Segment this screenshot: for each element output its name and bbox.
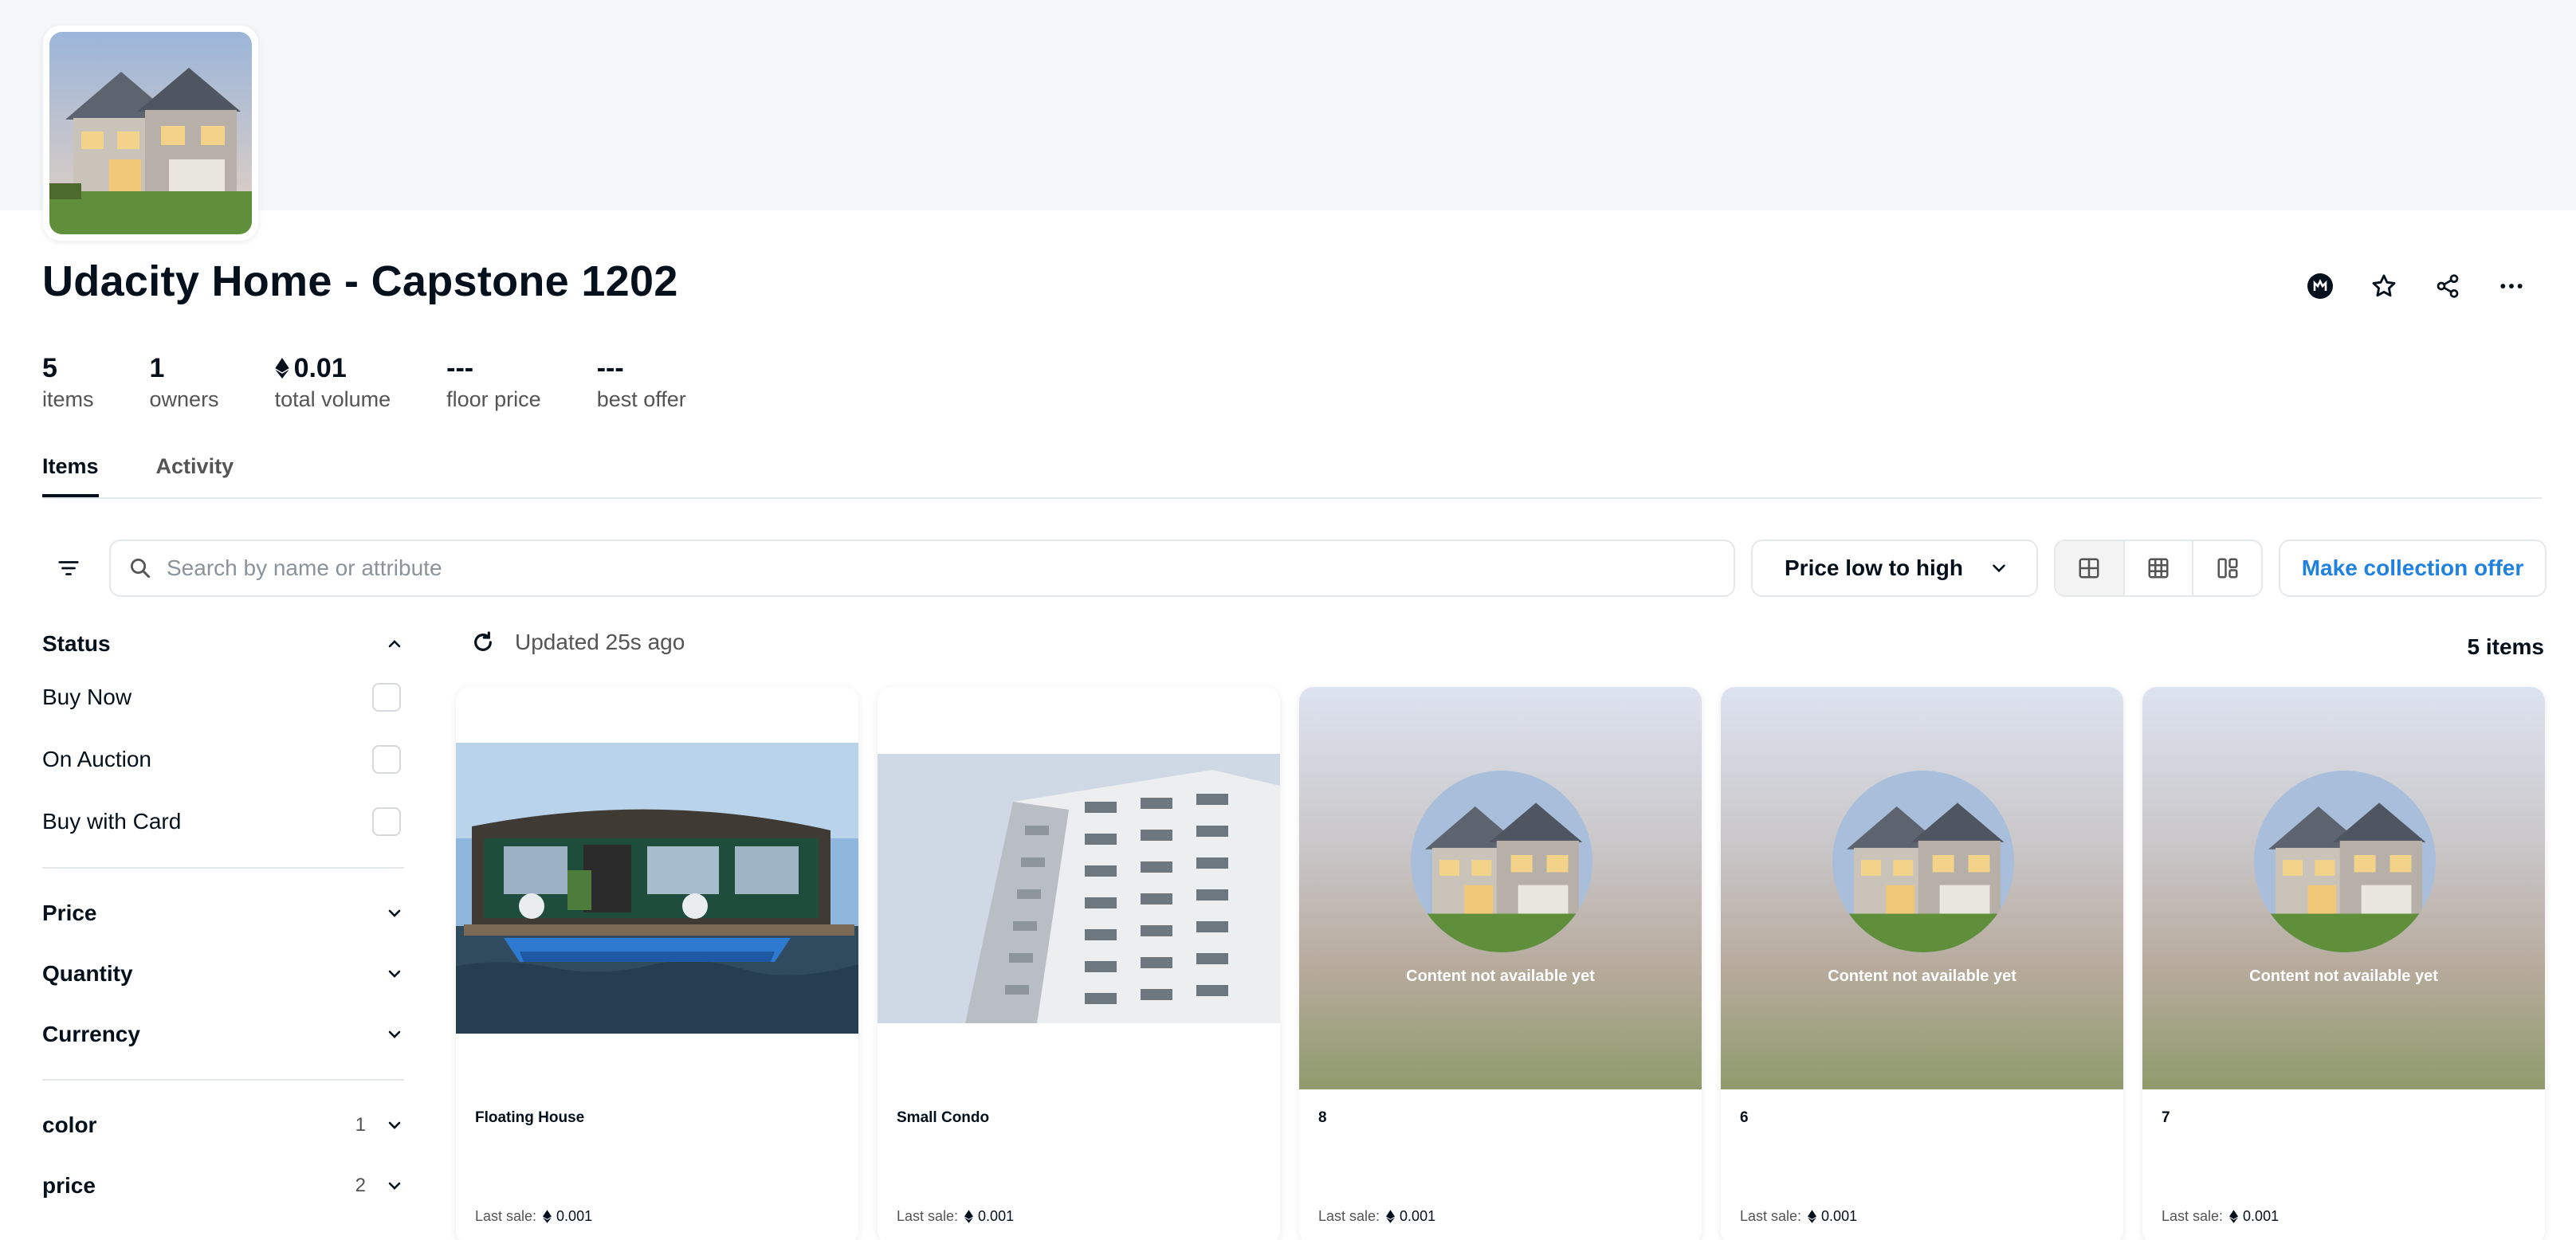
chevron-down-icon (388, 909, 401, 917)
chevron-down-icon (1993, 564, 2005, 573)
house-thumbnail (2254, 771, 2436, 952)
eth-icon (2229, 1210, 2239, 1223)
placeholder-text: Content not available yet (1406, 967, 1595, 985)
refresh-icon[interactable] (470, 630, 496, 655)
status-option-buy-now[interactable]: Buy Now (42, 666, 404, 728)
tab-activity[interactable]: Activity (156, 454, 234, 497)
on-auction-checkbox[interactable] (372, 745, 401, 774)
eth-icon (964, 1210, 974, 1223)
stat-owners: 1 owners (149, 353, 219, 411)
placeholder-media: Content not available yet (1299, 687, 1702, 1089)
chevron-down-icon (388, 1121, 401, 1129)
card-name: 8 (1318, 1109, 1327, 1126)
quantity-filter-header[interactable]: Quantity (42, 944, 404, 1004)
star-icon[interactable] (2367, 269, 2401, 303)
buy-now-checkbox[interactable] (372, 683, 401, 712)
status-option-on-auction[interactable]: On Auction (42, 728, 404, 791)
large-grid-icon (2079, 558, 2099, 579)
nft-card[interactable]: Floating House Last sale: 0.001 (456, 687, 858, 1240)
card-name: 7 (2162, 1109, 2170, 1126)
filter-icon (58, 561, 79, 575)
collection-stats: 5 items 1 owners 0.01 total volume --- f… (42, 351, 742, 413)
total-volume-value: 0.01 (293, 353, 347, 383)
opensea-pro-icon[interactable] (2303, 269, 2337, 303)
status-option-buy-with-card[interactable]: Buy with Card (42, 791, 404, 853)
search-icon (131, 559, 151, 579)
small-grid-icon (2148, 558, 2169, 579)
collection-tabs: Items Activity (42, 454, 2542, 499)
trait-filter-color[interactable]: color 1 (42, 1095, 404, 1156)
sort-label: Price low to high (1785, 555, 1964, 580)
trait-count: 2 (355, 1175, 366, 1196)
stat-best-offer: --- best offer (596, 353, 686, 411)
sort-dropdown[interactable]: Price low to high (1751, 540, 2038, 597)
placeholder-text: Content not available yet (2249, 967, 2438, 985)
placeholder-text: Content not available yet (1828, 967, 2016, 985)
toolbar: Price low to high Make collection offer (42, 539, 2547, 598)
buy-with-card-checkbox[interactable] (372, 807, 401, 836)
trait-filter-price[interactable]: price 2 (42, 1156, 404, 1216)
chevron-down-icon (388, 1182, 401, 1190)
card-name: Small Condo (897, 1109, 990, 1126)
nft-card[interactable]: Content not available yet 8 Last sale: 0… (1299, 687, 1702, 1240)
house-image (49, 32, 252, 234)
items-grid: Floating House Last sale: 0.001 Small Co… (456, 687, 2545, 1240)
price-filter-header[interactable]: Price (42, 883, 404, 944)
chevron-up-icon (388, 640, 401, 648)
results-status: Updated 25s ago (470, 630, 685, 655)
card-last-sale: Last sale: 0.001 (1318, 1208, 1436, 1224)
nft-card[interactable]: Content not available yet 7 Last sale: 0… (2142, 687, 2545, 1240)
eth-icon (1808, 1210, 1817, 1223)
collection-avatar (43, 26, 258, 241)
card-name: Floating House (475, 1109, 585, 1126)
eth-icon (543, 1210, 552, 1223)
stat-total-volume: 0.01 total volume (275, 351, 391, 413)
house-thumbnail (1411, 771, 1592, 952)
stat-floor-price: --- floor price (446, 353, 541, 411)
placeholder-media: Content not available yet (1721, 687, 2123, 1089)
header-actions (2303, 269, 2528, 303)
collection-banner (0, 0, 2576, 210)
nft-card[interactable]: Content not available yet 6 Last sale: 0… (1721, 687, 2123, 1240)
houseboat-image (456, 687, 858, 1089)
tab-items[interactable]: Items (42, 454, 99, 497)
more-options-icon[interactable] (2495, 269, 2528, 303)
card-last-sale: Last sale: 0.001 (475, 1208, 593, 1224)
collection-title: Udacity Home - Capstone 1202 (42, 257, 678, 305)
masonry-icon (2217, 558, 2238, 579)
filter-sidebar: Status Buy Now On Auction Buy with Card … (42, 622, 404, 1216)
placeholder-media: Content not available yet (2142, 687, 2545, 1089)
view-mode-switcher (2054, 540, 2263, 597)
share-icon[interactable] (2431, 269, 2464, 303)
view-masonry[interactable] (2193, 541, 2261, 595)
card-last-sale: Last sale: 0.001 (897, 1208, 1015, 1224)
condo-image (878, 687, 1280, 1089)
search-input[interactable] (167, 555, 1681, 581)
trait-count: 1 (355, 1114, 366, 1136)
card-last-sale: Last sale: 0.001 (1740, 1208, 1858, 1224)
filter-toggle-button[interactable] (42, 542, 95, 594)
updated-text: Updated 25s ago (515, 630, 685, 654)
search-box (109, 540, 1735, 597)
chevron-down-icon (388, 1030, 401, 1038)
stat-items: 5 items (42, 353, 94, 411)
eth-icon (1386, 1210, 1396, 1223)
house-thumbnail (1832, 771, 2014, 952)
make-collection-offer-button[interactable]: Make collection offer (2279, 540, 2547, 597)
divider (42, 1079, 404, 1081)
view-small-grid[interactable] (2125, 541, 2194, 595)
nft-card[interactable]: Small Condo Last sale: 0.001 (878, 687, 1280, 1240)
status-filter-header[interactable]: Status (42, 622, 404, 666)
items-count: 5 items (2467, 634, 2545, 659)
eth-icon (274, 358, 289, 379)
card-name: 6 (1740, 1109, 1749, 1126)
currency-filter-header[interactable]: Currency (42, 1004, 404, 1065)
card-last-sale: Last sale: 0.001 (2162, 1208, 2280, 1224)
divider (42, 867, 404, 869)
chevron-down-icon (388, 970, 401, 978)
view-large-grid[interactable] (2056, 541, 2125, 595)
